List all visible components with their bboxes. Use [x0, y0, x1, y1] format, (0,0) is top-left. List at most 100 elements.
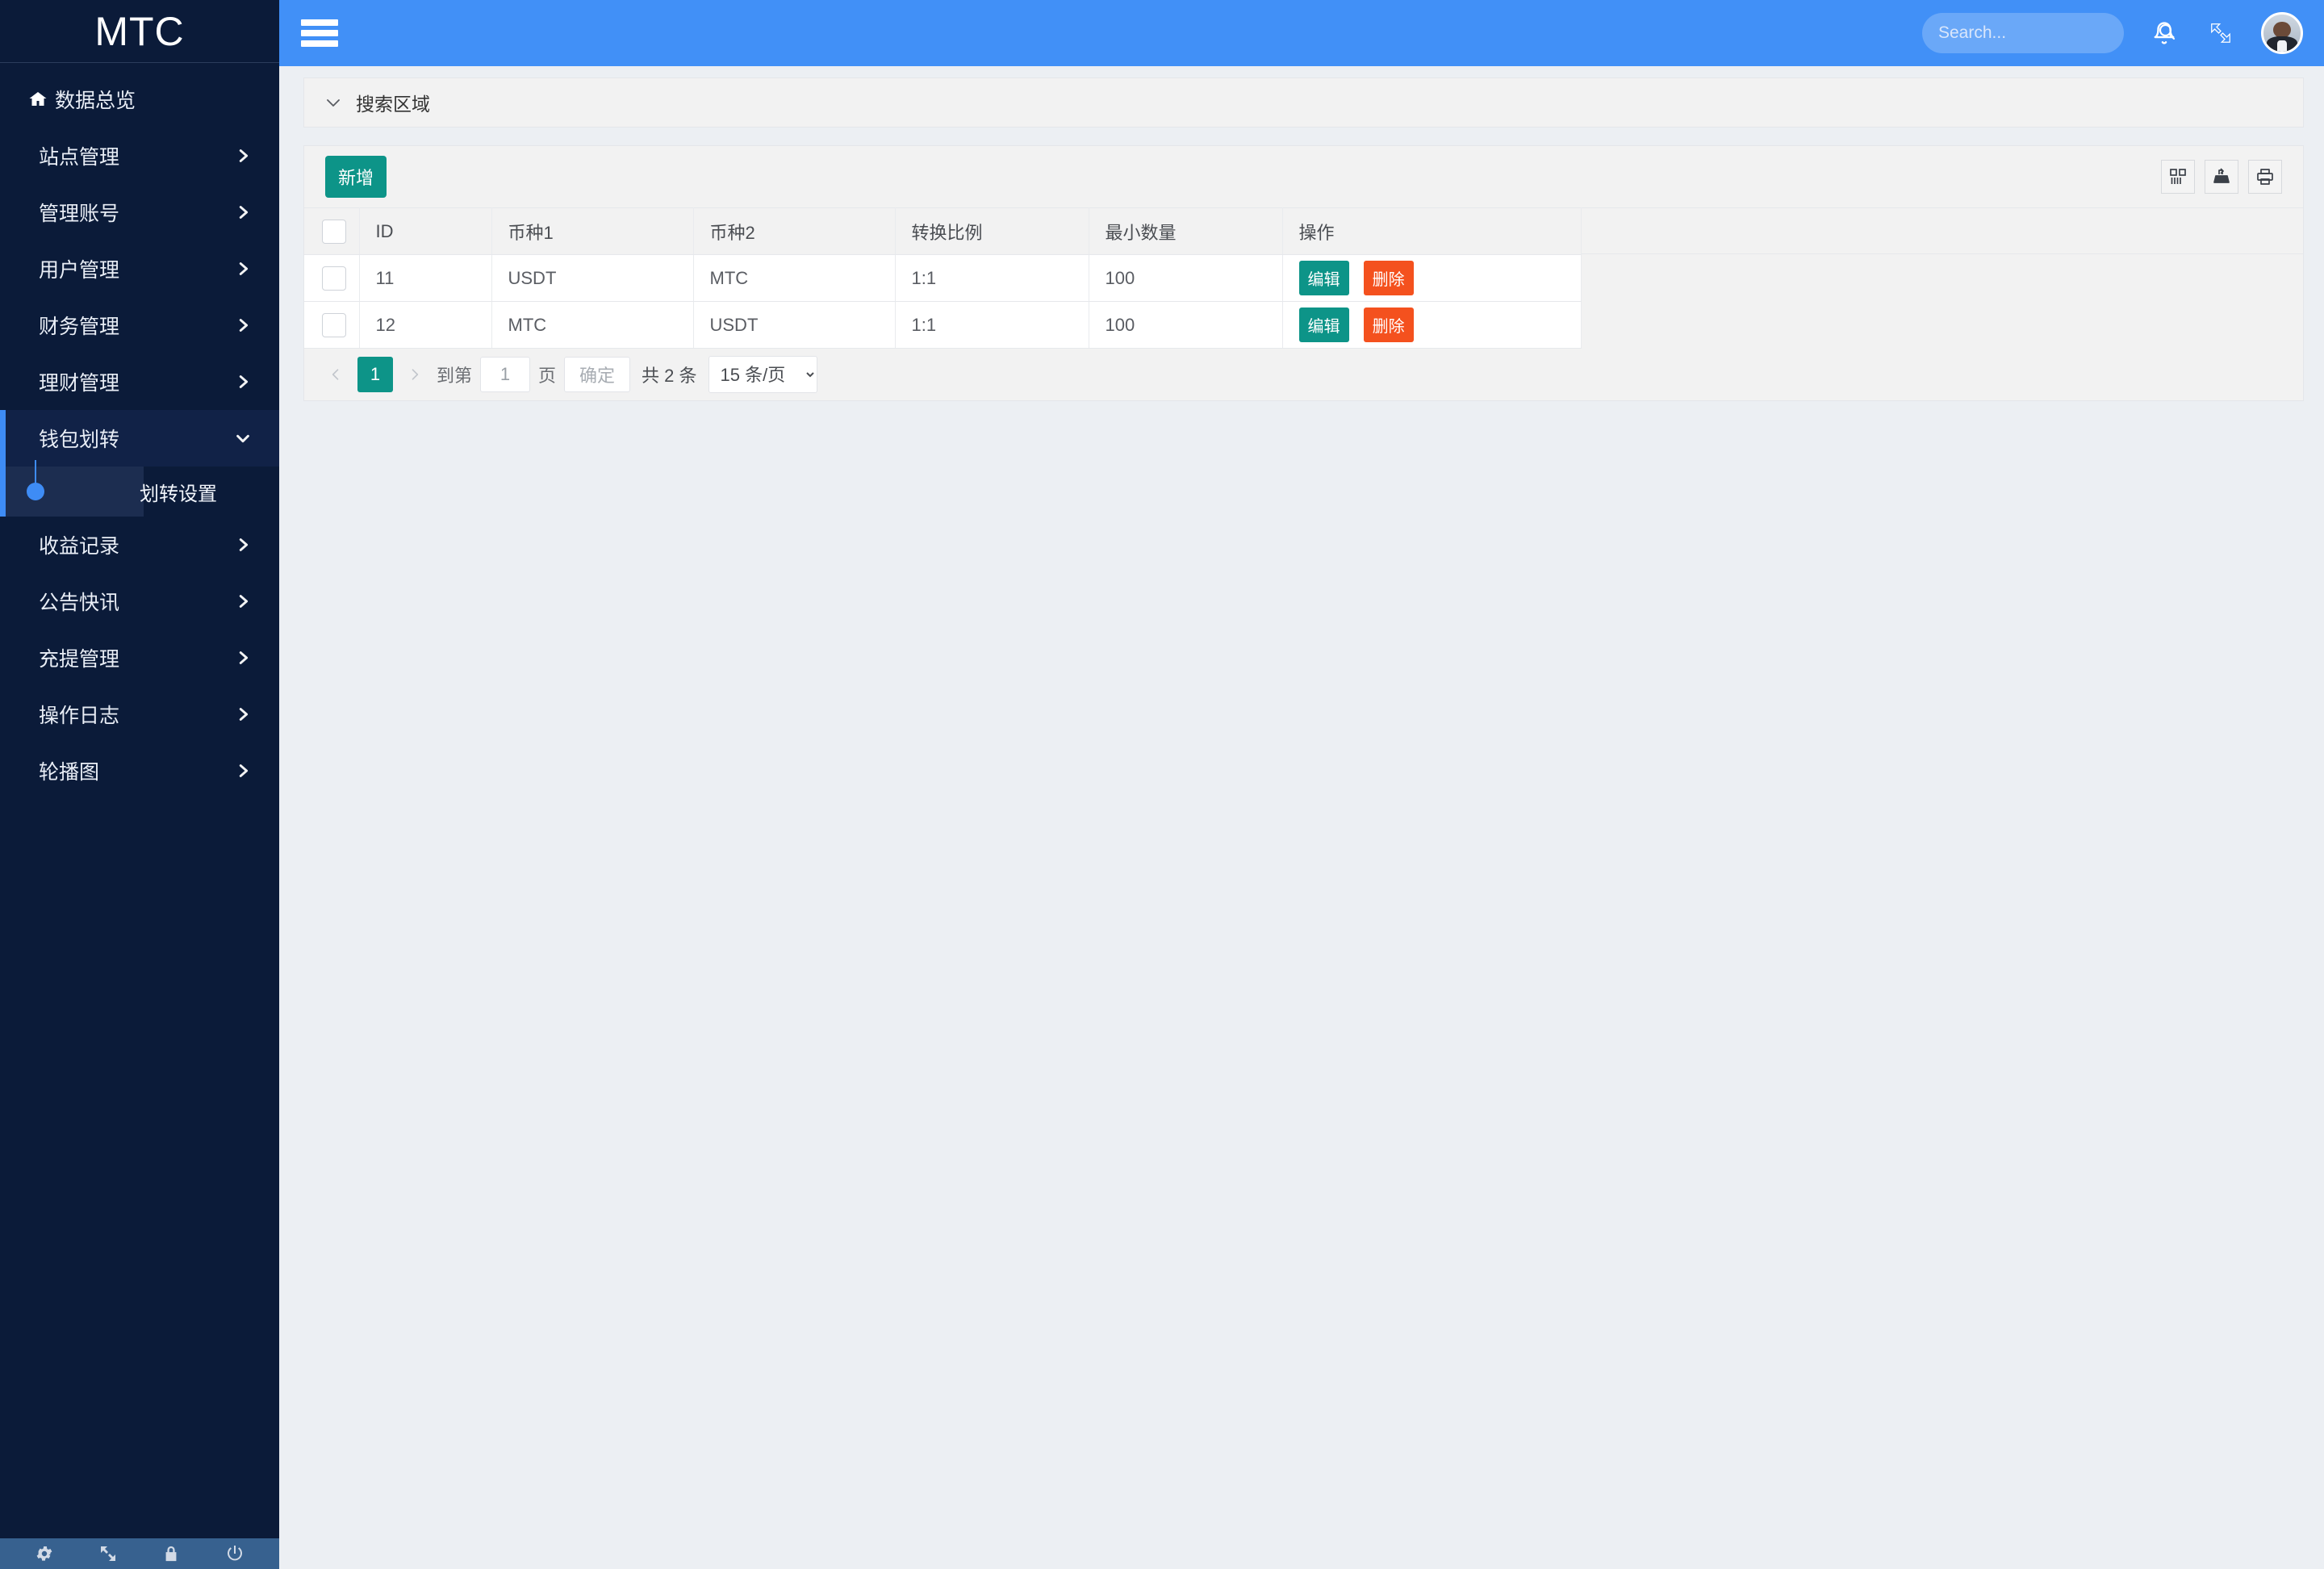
- chevron-left-icon[interactable]: [322, 361, 349, 388]
- lock-icon[interactable]: [160, 1542, 182, 1565]
- cell-min-amount: 100: [1089, 301, 1283, 349]
- sidebar: MTC 数据总览 站点管理 管理账号 用户管理 财务管理 理财管理 钱包划转 划…: [0, 0, 279, 1569]
- page-number-1[interactable]: 1: [357, 357, 393, 392]
- bell-icon[interactable]: [2148, 17, 2180, 49]
- sidebar-item-label: 轮播图: [39, 761, 100, 784]
- sidebar-item-deposit-withdraw[interactable]: 充提管理: [0, 630, 279, 686]
- cell-id: 11: [359, 254, 492, 302]
- sidebar-item-dashboard[interactable]: 数据总览: [0, 71, 279, 128]
- submenu-bullet-icon: [27, 483, 44, 500]
- sidebar-item-label: 理财管理: [39, 372, 120, 395]
- sidebar-submenu: 划转设置: [0, 460, 279, 517]
- table-filler: [1581, 207, 2303, 349]
- table-body: 11 USDT MTC 1:1 100 编辑 删除 12 MTC USDT 1:…: [304, 254, 1582, 349]
- sidebar-footer: [0, 1538, 279, 1569]
- search-area-panel[interactable]: 搜索区域: [303, 77, 2304, 128]
- main-content: 搜索区域 新增 ID 币种1 币种2 转换比例 最小数量 操作 11 USDT …: [279, 66, 2324, 1569]
- pagination: 1 到第 页 确定 共 2 条 15 条/页30 条/页50 条/页100 条/…: [304, 349, 2303, 400]
- total-count-label: 共 2 条: [642, 366, 697, 386]
- sidebar-item-label: 充提管理: [39, 648, 120, 671]
- home-icon: [21, 90, 55, 109]
- chevron-right-icon: [234, 147, 252, 165]
- cell-actions: 编辑 删除: [1282, 301, 1582, 349]
- cell-actions: 编辑 删除: [1282, 254, 1582, 302]
- sidebar-item-label: 数据总览: [55, 90, 136, 112]
- search-box[interactable]: [1922, 13, 2176, 53]
- table-tool-icons: [2161, 160, 2282, 194]
- sidebar-item-earnings-records[interactable]: 收益记录: [0, 517, 279, 573]
- brand-logo[interactable]: MTC: [0, 0, 279, 63]
- sidebar-item-transfer-settings[interactable]: 划转设置: [0, 460, 217, 517]
- select-all-cell: [304, 207, 360, 255]
- chevron-right-icon: [234, 260, 252, 278]
- chevron-down-icon[interactable]: [324, 93, 343, 112]
- hamburger-icon[interactable]: [301, 19, 338, 47]
- chevron-right-icon: [234, 536, 252, 554]
- table-row[interactable]: 12 MTC USDT 1:1 100 编辑 删除: [304, 301, 1582, 349]
- row-checkbox[interactable]: [322, 312, 346, 337]
- edit-button[interactable]: 编辑: [1298, 308, 1349, 342]
- hamburger-bar: [301, 30, 338, 36]
- sidebar-item-announcements[interactable]: 公告快讯: [0, 573, 279, 630]
- delete-button[interactable]: 删除: [1363, 308, 1414, 342]
- column-header-coin2[interactable]: 币种2: [693, 207, 896, 255]
- table-header-row: ID 币种1 币种2 转换比例 最小数量 操作: [304, 207, 1582, 255]
- select-all-checkbox[interactable]: [322, 219, 346, 244]
- column-header-coin1[interactable]: 币种1: [491, 207, 694, 255]
- topbar-actions: [1922, 12, 2324, 54]
- print-icon[interactable]: [2248, 160, 2282, 194]
- chevron-right-icon: [234, 373, 252, 391]
- cell-ratio: 1:1: [895, 301, 1089, 349]
- export-icon[interactable]: [2205, 160, 2238, 194]
- sidebar-item-admin-accounts[interactable]: 管理账号: [0, 184, 279, 241]
- edit-button[interactable]: 编辑: [1298, 261, 1349, 295]
- chevron-down-icon: [234, 429, 252, 447]
- fullscreen-icon[interactable]: [97, 1542, 119, 1565]
- hamburger-bar: [301, 40, 338, 47]
- table-toolbar: 新增: [304, 146, 2303, 207]
- sidebar-item-label: 用户管理: [39, 259, 120, 282]
- cell-min-amount: 100: [1089, 254, 1283, 302]
- cell-ratio: 1:1: [895, 254, 1089, 302]
- table-header-filler: [1581, 207, 2303, 254]
- user-avatar[interactable]: [2261, 12, 2303, 54]
- column-header-id[interactable]: ID: [359, 207, 492, 255]
- cell-coin2: USDT: [693, 301, 896, 349]
- chevron-right-icon: [234, 316, 252, 334]
- add-button[interactable]: 新增: [325, 156, 387, 198]
- chevron-right-icon: [234, 762, 252, 780]
- sidebar-item-label: 操作日志: [39, 705, 120, 727]
- gear-icon[interactable]: [33, 1542, 56, 1565]
- search-area-title: 搜索区域: [356, 94, 430, 115]
- goto-prefix-label: 到第: [437, 366, 473, 386]
- sidebar-item-finance-management[interactable]: 财务管理: [0, 297, 279, 354]
- fullscreen-icon[interactable]: [2205, 17, 2237, 49]
- sidebar-item-wealth-management[interactable]: 理财管理: [0, 354, 279, 410]
- page-size-select[interactable]: 15 条/页30 条/页50 条/页100 条/页: [708, 356, 817, 393]
- sidebar-item-label: 站点管理: [39, 146, 120, 169]
- goto-page-input[interactable]: [480, 357, 531, 392]
- sidebar-item-label: 收益记录: [39, 535, 120, 558]
- power-icon[interactable]: [224, 1542, 246, 1565]
- transfer-settings-table: ID 币种1 币种2 转换比例 最小数量 操作 11 USDT MTC 1:1 …: [304, 207, 1582, 349]
- search-input[interactable]: [1938, 23, 2157, 43]
- topbar: [279, 0, 2324, 66]
- row-checkbox[interactable]: [322, 266, 346, 291]
- delete-button[interactable]: 删除: [1363, 261, 1414, 295]
- sidebar-item-carousel[interactable]: 轮播图: [0, 743, 279, 799]
- sidebar-item-site-management[interactable]: 站点管理: [0, 128, 279, 184]
- avatar-shirt: [2277, 40, 2287, 52]
- table-row[interactable]: 11 USDT MTC 1:1 100 编辑 删除: [304, 254, 1582, 302]
- sidebar-item-wallet-transfer[interactable]: 钱包划转: [0, 410, 279, 467]
- sidebar-item-label: 公告快讯: [39, 592, 120, 614]
- column-header-min-amount[interactable]: 最小数量: [1089, 207, 1283, 255]
- column-header-ratio[interactable]: 转换比例: [895, 207, 1089, 255]
- chevron-right-icon[interactable]: [401, 361, 428, 388]
- sidebar-item-user-management[interactable]: 用户管理: [0, 241, 279, 297]
- confirm-button[interactable]: 确定: [564, 357, 631, 392]
- row-select-cell: [304, 254, 360, 302]
- sidebar-item-operation-logs[interactable]: 操作日志: [0, 686, 279, 743]
- sidebar-item-label: 财务管理: [39, 316, 120, 338]
- columns-icon[interactable]: [2161, 160, 2195, 194]
- cell-coin2: MTC: [693, 254, 896, 302]
